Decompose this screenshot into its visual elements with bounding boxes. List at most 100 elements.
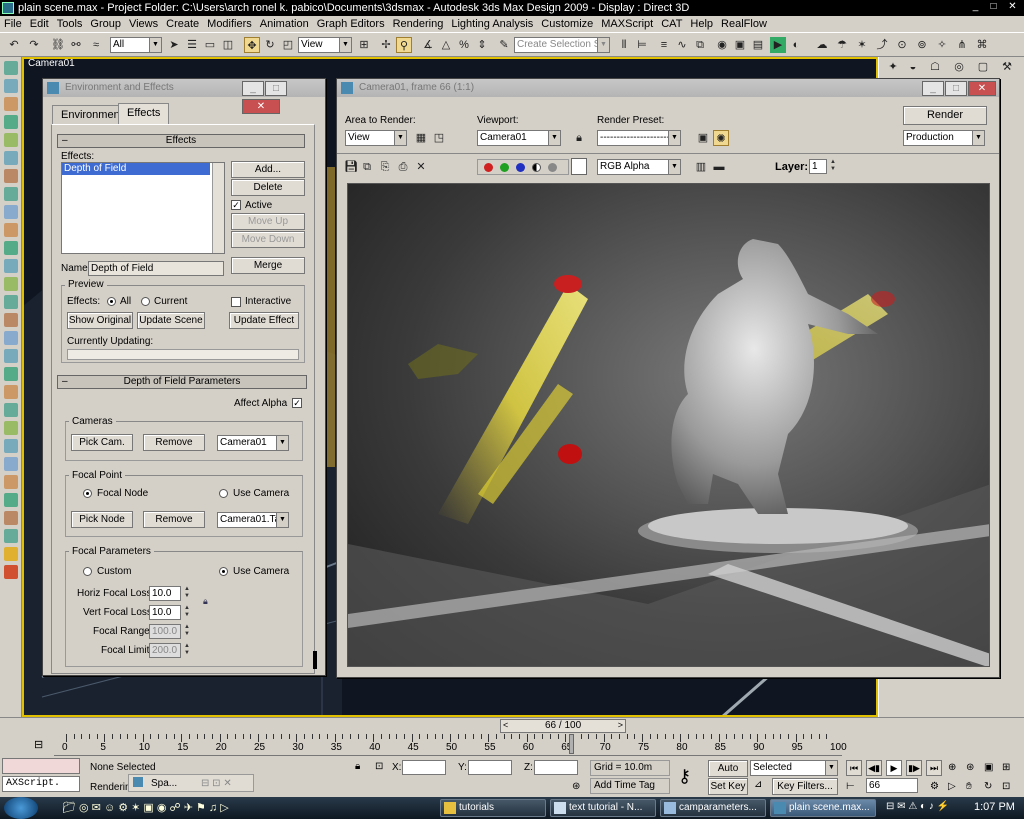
move-icon[interactable]: ✥ — [244, 37, 260, 53]
rw-maximize-button[interactable]: □ — [945, 81, 967, 96]
left-tool-icon[interactable] — [4, 493, 18, 507]
current-frame-field[interactable]: 66 — [866, 778, 918, 793]
limit-spinner[interactable]: ▲ ▼ — [183, 643, 191, 658]
layer-spinner[interactable]: ▲ ▼ — [829, 159, 837, 174]
left-tool-icon[interactable] — [4, 565, 18, 579]
left-tool-icon[interactable] — [4, 241, 18, 255]
rw-minimize-button[interactable]: _ — [922, 81, 944, 96]
use-camera-radio[interactable] — [219, 489, 228, 498]
env-close-button[interactable]: ✕ — [242, 99, 280, 114]
goto-start-icon[interactable]: ⏮ — [846, 760, 862, 776]
key-mode-icon[interactable]: ⊿ — [754, 779, 762, 791]
channel-display-select[interactable]: RGB Alpha ▼ — [597, 159, 681, 175]
remove-camera-button[interactable]: Remove — [143, 434, 205, 451]
rotate-icon[interactable]: ↻ — [262, 37, 278, 53]
fov-icon[interactable]: ▷ — [948, 781, 956, 793]
delete-effect-button[interactable]: Delete — [231, 179, 305, 196]
menu-rendering[interactable]: Rendering — [389, 16, 448, 32]
spacing-tool-window[interactable]: Spa... ⊟ ⊡ ✕ — [128, 774, 254, 792]
quicklaunch-icons[interactable]: 📁︎ ◎ ✉ ☺ ⚙ ✶ ▣ ◉ ☍ ✈ ⚑ ♫ ▷ — [62, 801, 229, 814]
schematic-view-icon[interactable]: ⧉ — [692, 37, 708, 53]
vert-focal-loss-field[interactable]: 10.0 — [149, 605, 181, 620]
left-tool-icon[interactable] — [4, 439, 18, 453]
custom-radio[interactable] — [83, 567, 92, 576]
auto-region-icon[interactable]: ◳ — [431, 130, 447, 146]
spacing-tool-controls[interactable]: ⊟ ⊡ ✕ — [201, 778, 232, 790]
time-slider[interactable]: < 66 / 100 > — [500, 719, 626, 733]
select-by-name-icon[interactable]: ☰ — [184, 37, 200, 53]
left-tool-icon[interactable] — [4, 367, 18, 381]
scale-icon[interactable]: ◰ — [280, 37, 296, 53]
prev-frame-icon[interactable]: < — [503, 720, 508, 730]
mono-icon[interactable] — [548, 163, 557, 172]
env-minimize-button[interactable]: _ — [242, 81, 264, 96]
green-channel-icon[interactable] — [500, 163, 509, 172]
focal-limit-field[interactable]: 200.0 — [149, 643, 181, 658]
window-crossing-icon[interactable]: ◫ — [220, 37, 236, 53]
left-tool-icon[interactable] — [4, 151, 18, 165]
left-tool-icon[interactable] — [4, 547, 18, 561]
taskbar-item-tutorials[interactable]: tutorials — [440, 799, 546, 817]
realflow-icon-8[interactable]: ⋔ — [954, 37, 970, 53]
left-tool-icon[interactable] — [4, 457, 18, 471]
move-down-button[interactable]: Move Down — [231, 231, 305, 248]
update-effect-button[interactable]: Update Effect — [229, 312, 299, 329]
maximize-button[interactable]: □ — [986, 1, 1001, 14]
select-object-icon[interactable]: ➤ — [166, 37, 182, 53]
viewport-select[interactable]: Camera01 ▼ — [477, 130, 561, 146]
menu-graph-editors[interactable]: Graph Editors — [313, 16, 389, 32]
time-marker[interactable] — [569, 734, 574, 754]
left-tool-icon[interactable] — [4, 115, 18, 129]
taskbar-item-notepad[interactable]: text tutorial - N... — [550, 799, 656, 817]
render-icon[interactable]: ◐ — [788, 37, 804, 53]
close-button[interactable]: ✕ — [1005, 1, 1020, 14]
maxscript-listener[interactable]: AXScript. — [2, 776, 80, 792]
blue-channel-icon[interactable] — [516, 163, 525, 172]
realflow-icon-1[interactable]: ☁ — [814, 37, 830, 53]
menu-modifiers[interactable]: Modifiers — [203, 16, 256, 32]
list-scrollbar[interactable] — [212, 163, 224, 253]
left-tool-icon[interactable] — [4, 349, 18, 363]
left-tool-icon[interactable] — [4, 79, 18, 93]
realflow-icon-2[interactable]: ☂ — [834, 37, 850, 53]
tray-icons[interactable]: ⊟ ✉ ⚠ ◐ ♪ ⚡ — [886, 801, 949, 812]
update-scene-button[interactable]: Update Scene — [137, 312, 205, 329]
copy-image-icon[interactable]: ⎘ — [377, 159, 393, 175]
left-tool-icon[interactable] — [4, 259, 18, 273]
menu-maxscript[interactable]: MAXScript — [597, 16, 657, 32]
vert-spinner[interactable]: ▲ ▼ — [183, 605, 191, 620]
viewport-lock-icon[interactable]: 🔒︎ — [571, 130, 587, 146]
left-tool-icon[interactable] — [4, 169, 18, 183]
realflow-icon-9[interactable]: ⌘ — [974, 37, 990, 53]
rw-close-button[interactable]: ✕ — [968, 81, 996, 96]
align-icon[interactable]: ⊨ — [634, 37, 650, 53]
orbit-icon[interactable]: ↻ — [984, 781, 992, 793]
active-checkbox[interactable]: ✓ — [231, 200, 241, 210]
menu-animation[interactable]: Animation — [256, 16, 313, 32]
selection-filter-select[interactable]: All ▼ — [110, 37, 162, 53]
left-tool-icon[interactable] — [4, 205, 18, 219]
minimize-button[interactable]: _ — [968, 1, 983, 14]
left-tool-icon[interactable] — [4, 511, 18, 525]
zoom-all-icon[interactable]: ⊛ — [966, 762, 974, 774]
clear-icon[interactable]: ✕ — [413, 159, 429, 175]
key-filters-button[interactable]: Key Filters... — [772, 778, 838, 795]
z-coord-field[interactable] — [534, 760, 578, 775]
menu-file[interactable]: File — [0, 16, 26, 32]
left-tool-icon[interactable] — [4, 475, 18, 489]
y-coord-field[interactable] — [468, 760, 512, 775]
focal-node-radio[interactable] — [83, 489, 92, 498]
hierarchy-tab-icon[interactable]: ☖ — [927, 59, 943, 75]
pick-node-button[interactable]: Pick Node — [71, 511, 133, 528]
rendered-frame-icon[interactable]: ▤ — [750, 37, 766, 53]
red-channel-icon[interactable] — [484, 163, 493, 172]
material-editor-icon[interactable]: ◉ — [714, 37, 730, 53]
pick-cam-button[interactable]: Pick Cam. — [71, 434, 133, 451]
render-button[interactable]: Render — [903, 106, 987, 125]
menu-views[interactable]: Views — [125, 16, 162, 32]
save-image-icon[interactable]: 💾︎ — [343, 159, 359, 175]
menu-lighting-analysis[interactable]: Lighting Analysis — [447, 16, 537, 32]
production-select[interactable]: Production ▼ — [903, 130, 985, 146]
list-item[interactable]: Depth of Field — [62, 163, 210, 175]
taskbar-item-camparameters[interactable]: camparameters... — [660, 799, 766, 817]
